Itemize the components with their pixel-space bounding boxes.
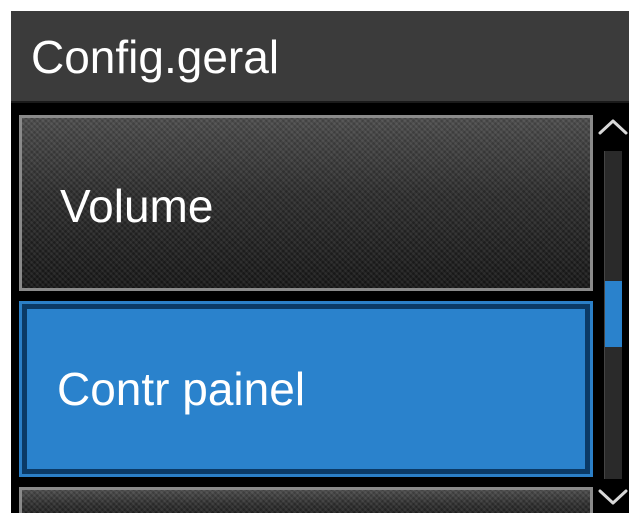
title-bar: Config.geral [11,11,629,103]
selection-highlight: Contr painel [27,309,585,469]
scroll-up-button[interactable] [598,115,628,137]
menu-item-label: Contr painel [57,363,306,415]
menu-item-volume[interactable]: Volume [19,115,593,291]
chevron-up-icon [598,119,628,135]
menu-item-contr-painel[interactable]: Contr painel [19,301,593,477]
menu-item-next-partial[interactable] [19,487,593,513]
chevron-down-icon [598,489,628,505]
scrollbar-track[interactable] [604,151,622,479]
scroll-down-button[interactable] [598,485,628,507]
page-title: Config.geral [31,31,280,83]
device-screen: Config.geral Volume Contr painel [11,11,629,513]
menu-item-label: Volume [60,180,214,232]
scrollbar-thumb[interactable] [605,281,622,347]
